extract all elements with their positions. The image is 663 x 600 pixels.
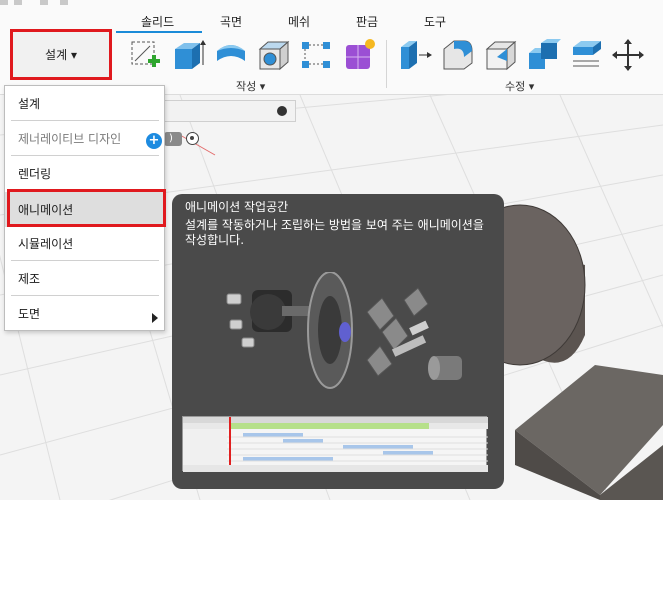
tooltip-description: 설계를 작동하거나 조립하는 방법을 보여 주는 애니메이션을 작성합니다. (185, 218, 484, 247)
revolve-icon[interactable] (213, 37, 249, 73)
menu-item-drawing[interactable]: 도면 (5, 296, 164, 331)
timeline-graphic (183, 417, 488, 472)
box-body[interactable] (515, 365, 663, 500)
create-group-label[interactable]: 작성 ▾ (236, 78, 265, 94)
form-icon[interactable] (342, 37, 378, 73)
chamfer-icon[interactable] (483, 37, 519, 73)
create-sketch-icon[interactable] (128, 37, 164, 73)
active-tab-underline (116, 31, 202, 33)
submenu-arrow-icon (152, 313, 158, 323)
blank-area (0, 500, 663, 600)
highlight-frame (7, 189, 166, 227)
workspace-label: 설계 ▾ (45, 48, 77, 62)
strip-mark (40, 0, 48, 5)
workspace-switch-button[interactable]: 설계 ▾ (10, 29, 112, 80)
animation-timeline-preview (182, 416, 488, 472)
browser-tag: ) (164, 132, 182, 146)
menu-item-simulation[interactable]: 시뮬레이션 (5, 226, 164, 261)
toolbar: 솔리드 곡면 메쉬 판금 도구 설계 ▾ 작성 ▾ 수정 ▾ (0, 0, 663, 95)
strip-mark (60, 0, 68, 5)
extrude-icon[interactable] (170, 37, 206, 73)
browser-row[interactable]: ) (160, 130, 210, 148)
title-strip (0, 0, 663, 8)
combine-icon[interactable] (526, 37, 562, 73)
tab-mesh[interactable]: 메쉬 (288, 13, 310, 30)
menu-item-render[interactable]: 렌더링 (5, 156, 164, 191)
menu-item-manufacture[interactable]: 제조 (5, 261, 164, 296)
fillet-icon[interactable] (440, 37, 476, 73)
offset-face-icon[interactable] (569, 37, 605, 73)
tab-solid[interactable]: 솔리드 (141, 13, 174, 30)
modify-group-label[interactable]: 수정 ▾ (505, 78, 534, 94)
add-plus-icon: + (146, 133, 162, 149)
active-radio-icon[interactable] (186, 132, 199, 145)
browser-collapse-icon[interactable] (277, 106, 287, 116)
tab-tools[interactable]: 도구 (424, 13, 446, 30)
strip-mark (14, 0, 22, 5)
pattern-icon[interactable] (299, 37, 335, 73)
workspace-tooltip: 애니메이션 작업공간 설계를 작동하거나 조립하는 방법을 보여 주는 애니메이… (172, 194, 504, 489)
tab-sheet-metal[interactable]: 판금 (356, 13, 378, 30)
strip-mark (0, 0, 8, 5)
menu-item-design[interactable]: 설계 (5, 86, 164, 121)
press-pull-icon[interactable] (397, 37, 433, 73)
shell-icon[interactable] (256, 37, 292, 73)
group-separator (386, 40, 387, 88)
browser-panel-header (160, 100, 296, 122)
move-copy-icon[interactable] (610, 37, 646, 73)
tooltip-title: 애니메이션 작업공간 (185, 200, 289, 214)
menu-item-generative-design[interactable]: 제너레이티브 디자인 (5, 121, 164, 156)
tab-surface[interactable]: 곡면 (220, 13, 242, 30)
